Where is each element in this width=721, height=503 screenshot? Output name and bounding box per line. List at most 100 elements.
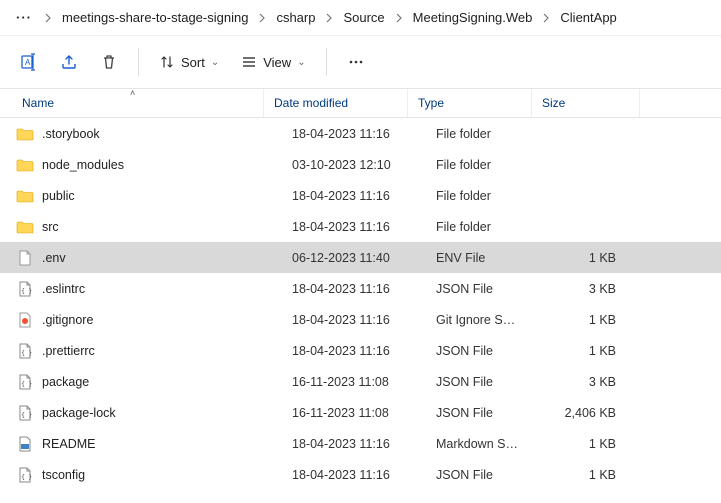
folder-icon	[16, 218, 34, 236]
json-icon: { }	[16, 466, 34, 484]
sort-button[interactable]: Sort ⌄	[149, 44, 229, 80]
breadcrumb-item[interactable]: ClientApp	[556, 6, 620, 29]
file-date: 18-04-2023 11:16	[264, 437, 408, 451]
file-date: 18-04-2023 11:16	[264, 468, 408, 482]
table-row[interactable]: node_modules 03-10-2023 12:10File folder	[0, 149, 721, 180]
file-date: 18-04-2023 11:16	[264, 313, 408, 327]
file-date: 18-04-2023 11:16	[264, 127, 408, 141]
breadcrumb-item[interactable]: csharp	[272, 6, 319, 29]
file-type: File folder	[408, 158, 532, 172]
view-label: View	[263, 55, 291, 70]
breadcrumb-item[interactable]: meetings-share-to-stage-signing	[58, 6, 252, 29]
file-type: JSON File	[408, 406, 532, 420]
file-name: .storybook	[42, 127, 100, 141]
chevron-down-icon: ⌄	[297, 57, 305, 68]
file-name: .eslintrc	[42, 282, 85, 296]
file-name: src	[42, 220, 59, 234]
file-name: .env	[42, 251, 66, 265]
chevron-right-icon	[42, 13, 54, 23]
file-name: package-lock	[42, 406, 116, 420]
file-type: File folder	[408, 127, 532, 141]
column-type[interactable]: Type	[408, 89, 532, 117]
sort-label: Sort	[181, 55, 205, 70]
table-row[interactable]: { } package 16-11-2023 11:08JSON File3 KB	[0, 366, 721, 397]
file-size: 1 KB	[532, 313, 640, 327]
share-button[interactable]	[50, 44, 88, 80]
breadcrumb-overflow[interactable]: ···	[10, 10, 38, 25]
file-size: 1 KB	[532, 437, 640, 451]
file-size: 1 KB	[532, 251, 640, 265]
svg-text:{ }: { }	[21, 381, 32, 388]
folder-icon	[16, 187, 34, 205]
toolbar: A Sort ⌄ View ⌄	[0, 36, 721, 88]
file-name: node_modules	[42, 158, 124, 172]
json-icon: { }	[16, 373, 34, 391]
table-row[interactable]: .gitignore18-04-2023 11:16Git Ignore Sou…	[0, 304, 721, 335]
table-row[interactable]: public18-04-2023 11:16File folder	[0, 180, 721, 211]
column-size[interactable]: Size	[532, 89, 640, 117]
sort-indicator-icon: ˄	[130, 88, 135, 98]
file-size: 3 KB	[532, 375, 640, 389]
file-size: 1 KB	[532, 468, 640, 482]
table-row[interactable]: { } tsconfig 18-04-2023 11:16JSON File1 KB	[0, 459, 721, 490]
chevron-down-icon: ⌄	[211, 57, 219, 68]
svg-text:A: A	[25, 58, 31, 67]
table-row[interactable]: { }.eslintrc18-04-2023 11:16JSON File3 K…	[0, 273, 721, 304]
table-row[interactable]: { } package-lock 16-11-2023 11:08JSON File…	[0, 397, 721, 428]
file-type: Git Ignore Source ...	[408, 313, 532, 327]
table-row[interactable]: { }.prettierrc18-04-2023 11:16JSON File1…	[0, 335, 721, 366]
view-icon	[241, 54, 257, 70]
file-date: 03-10-2023 12:10	[264, 158, 408, 172]
file-date: 06-12-2023 11:40	[264, 251, 408, 265]
sort-icon	[159, 54, 175, 70]
column-name[interactable]: Name ˄	[0, 89, 264, 117]
table-row[interactable]: src18-04-2023 11:16File folder	[0, 211, 721, 242]
column-date-label: Date modified	[274, 96, 348, 110]
file-date: 18-04-2023 11:16	[264, 282, 408, 296]
chevron-right-icon	[393, 13, 405, 23]
git-icon	[16, 311, 34, 329]
file-date: 16-11-2023 11:08	[264, 375, 408, 389]
file-name: tsconfig	[42, 468, 85, 482]
file-type: JSON File	[408, 344, 532, 358]
column-name-label: Name	[22, 96, 54, 110]
column-headers: Name ˄ Date modified Type Size	[0, 88, 721, 118]
breadcrumb-item[interactable]: MeetingSigning.Web	[409, 6, 537, 29]
separator	[326, 48, 327, 76]
breadcrumb-item[interactable]: Source	[339, 6, 388, 29]
file-icon	[16, 249, 34, 267]
table-row[interactable]: README 18-04-2023 11:16Markdown Source...…	[0, 428, 721, 459]
json-icon: { }	[16, 280, 34, 298]
svg-text:{ }: { }	[21, 474, 32, 481]
json-icon: { }	[16, 404, 34, 422]
column-type-label: Type	[418, 96, 444, 110]
svg-text:{ }: { }	[21, 412, 32, 419]
file-type: JSON File	[408, 375, 532, 389]
chevron-right-icon	[256, 13, 268, 23]
file-date: 18-04-2023 11:16	[264, 344, 408, 358]
table-row[interactable]: .env06-12-2023 11:40ENV File1 KB	[0, 242, 721, 273]
file-type: File folder	[408, 189, 532, 203]
chevron-right-icon	[323, 13, 335, 23]
file-type: Markdown Source...	[408, 437, 532, 451]
file-name: package	[42, 375, 89, 389]
table-row[interactable]: .storybook 18-04-2023 11:16File folder	[0, 118, 721, 149]
chevron-right-icon	[540, 13, 552, 23]
delete-button[interactable]	[90, 44, 128, 80]
rename-button[interactable]: A	[10, 44, 48, 80]
file-type: JSON File	[408, 468, 532, 482]
column-size-label: Size	[542, 96, 565, 110]
view-button[interactable]: View ⌄	[231, 44, 315, 80]
file-date: 18-04-2023 11:16	[264, 189, 408, 203]
file-type: File folder	[408, 220, 532, 234]
md-icon	[16, 435, 34, 453]
more-button[interactable]	[337, 44, 375, 80]
column-date[interactable]: Date modified	[264, 89, 408, 117]
file-size: 2,406 KB	[532, 406, 640, 420]
svg-text:{ }: { }	[21, 350, 32, 357]
file-name: README	[42, 437, 95, 451]
file-date: 16-11-2023 11:08	[264, 406, 408, 420]
file-size: 3 KB	[532, 282, 640, 296]
json-icon: { }	[16, 342, 34, 360]
breadcrumb: ··· meetings-share-to-stage-signing csha…	[0, 0, 721, 36]
